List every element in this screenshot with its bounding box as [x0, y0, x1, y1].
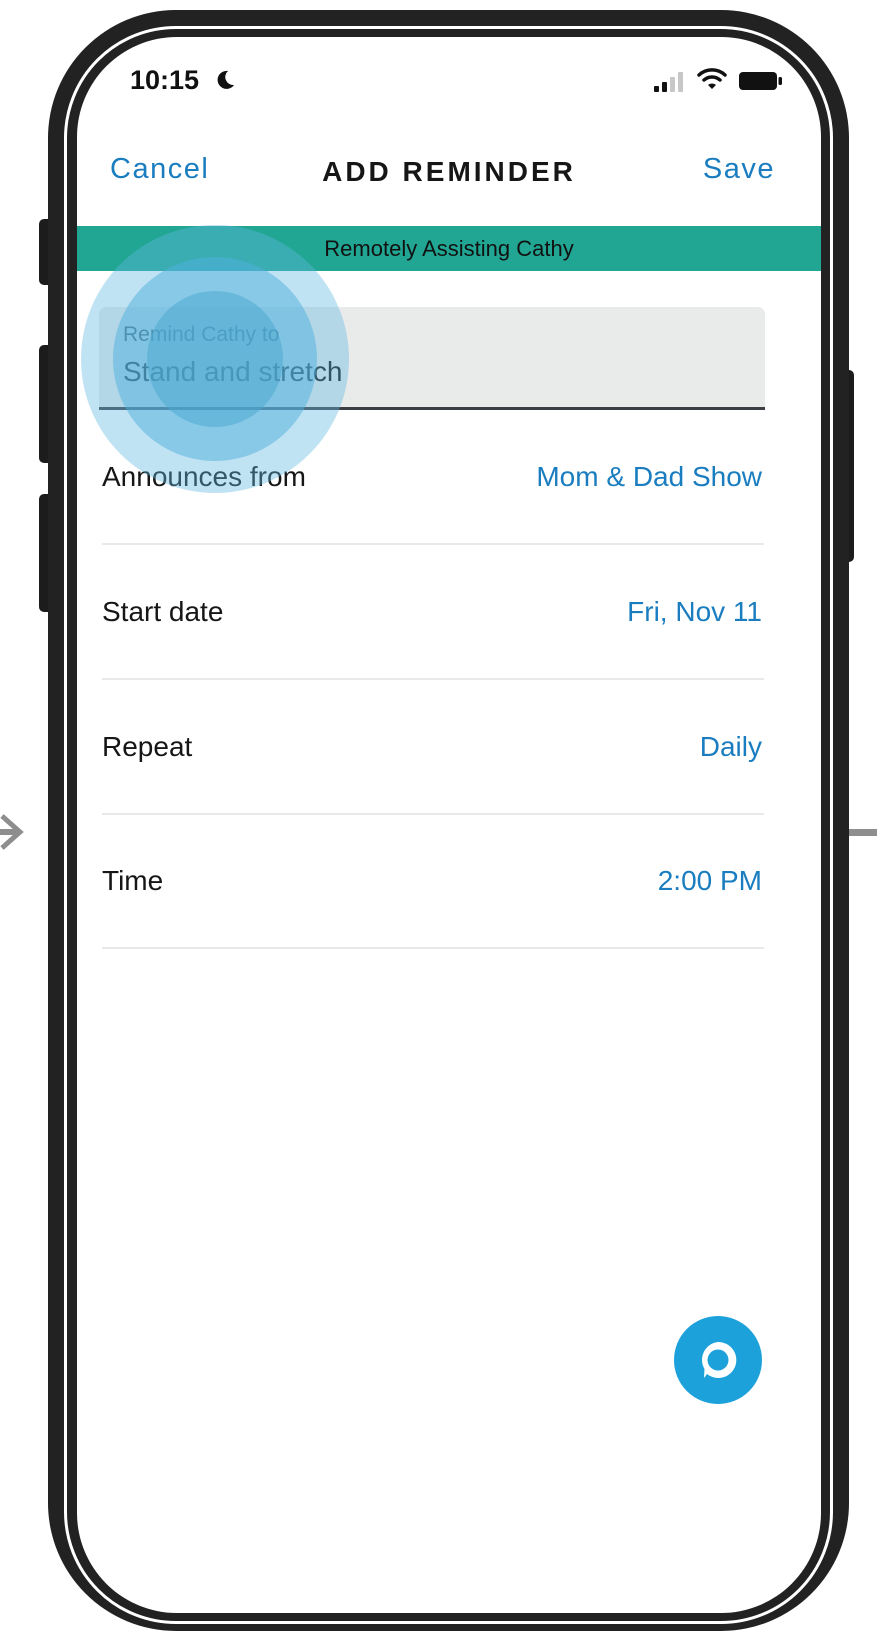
connector-arrow-icon [0, 814, 24, 850]
save-button[interactable]: Save [703, 153, 775, 186]
row-announces-from[interactable]: Announces from Mom & Dad Show [102, 410, 764, 545]
reminder-text-field[interactable]: Remind Cathy to Stand and stretch [99, 307, 765, 410]
remote-assist-banner: Remotely Assisting Cathy [77, 226, 821, 271]
row-repeat[interactable]: Repeat Daily [102, 680, 764, 815]
status-time: 10:15 [130, 65, 200, 95]
row-start-date[interactable]: Start date Fri, Nov 11 [102, 545, 764, 680]
row-label: Announces from [102, 460, 306, 492]
row-time[interactable]: Time 2:00 PM [102, 814, 764, 949]
alexa-button[interactable] [674, 1316, 762, 1404]
app-screen: 10:15 Cancel ADD REMINDER Save Remotely … [77, 37, 821, 1613]
alexa-icon [702, 1341, 737, 1378]
row-label: Repeat [102, 730, 193, 762]
row-value-link[interactable]: 2:00 PM [658, 865, 762, 897]
reminder-field-label: Remind Cathy to [123, 323, 280, 346]
signal-icon [654, 72, 683, 92]
row-value-link[interactable]: Daily [700, 731, 762, 763]
row-value-link[interactable]: Fri, Nov 11 [627, 596, 762, 628]
row-value-link[interactable]: Mom & Dad Show [536, 461, 762, 493]
battery-icon [739, 72, 782, 90]
connector-line [848, 829, 877, 836]
wifi-icon [697, 68, 727, 89]
row-label: Start date [102, 595, 224, 627]
row-label: Time [102, 864, 164, 896]
moon-icon [217, 70, 234, 89]
reminder-field-value[interactable]: Stand and stretch [123, 356, 342, 388]
